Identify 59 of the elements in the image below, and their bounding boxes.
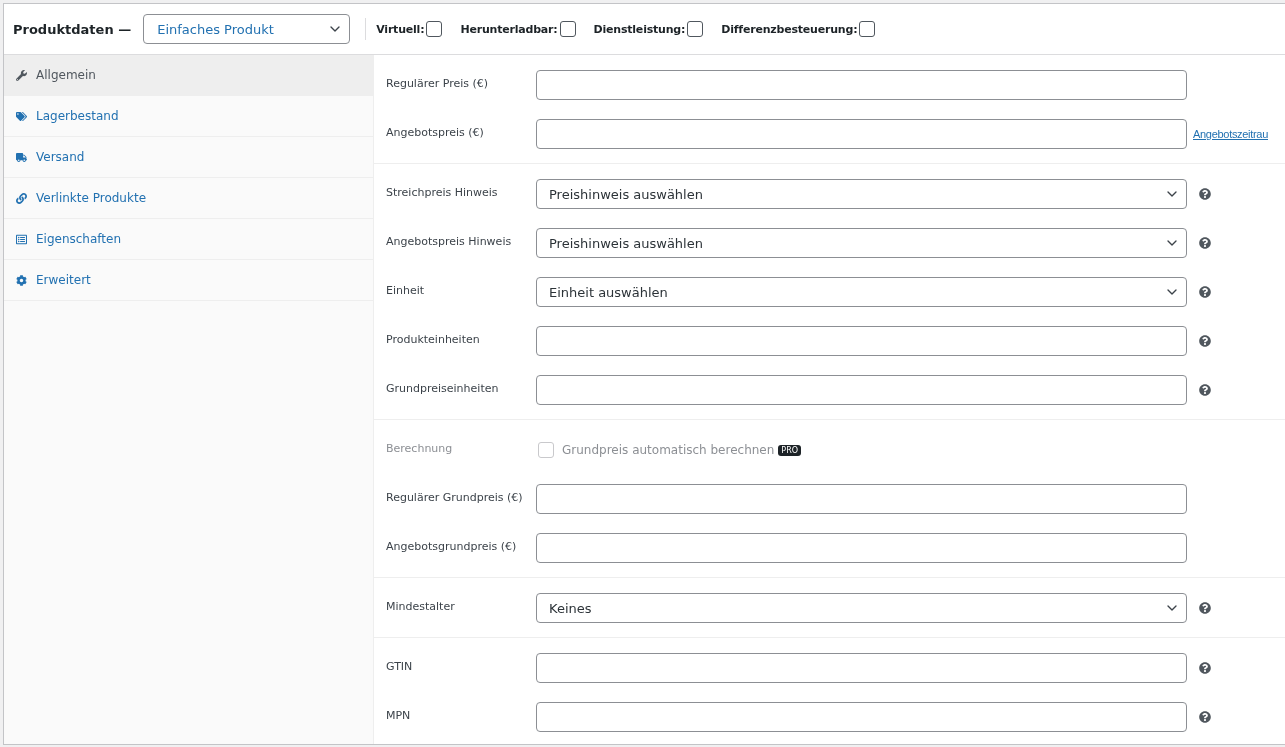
- input-field[interactable]: [536, 119, 1187, 149]
- tab-label: Versand: [36, 150, 85, 164]
- wrench-icon: [16, 69, 27, 81]
- option-label: Dienstleistung:: [593, 22, 686, 36]
- select-field[interactable]: Preishinweis auswählen: [536, 228, 1187, 258]
- field-label: Angebotsgrundpreis (€): [386, 539, 518, 553]
- tag-icon: [16, 110, 27, 122]
- field-label: Grundpreiseinheiten: [386, 381, 500, 395]
- tab-label: Eigenschaften: [36, 232, 122, 246]
- input-field[interactable]: [536, 653, 1187, 683]
- help-icon[interactable]: [1199, 286, 1211, 298]
- help-icon[interactable]: [1199, 237, 1211, 249]
- select-field[interactable]: Einheit auswählen: [536, 277, 1187, 307]
- input-field[interactable]: [536, 375, 1187, 405]
- field-label: Berechnung: [386, 441, 454, 455]
- field-label: Streichpreis Hinweis: [386, 185, 499, 199]
- input-field[interactable]: [536, 326, 1187, 356]
- help-icon[interactable]: [1199, 335, 1211, 347]
- select-field[interactable]: Keines: [536, 593, 1187, 623]
- input-field[interactable]: [536, 70, 1187, 100]
- input-field[interactable]: [536, 533, 1187, 563]
- help-icon[interactable]: [1199, 188, 1211, 200]
- field-label: Regulärer Preis (€): [386, 76, 490, 90]
- input-field[interactable]: [536, 702, 1187, 732]
- checkbox[interactable]: [426, 21, 443, 37]
- checkbox[interactable]: [559, 21, 576, 37]
- tab-label: Allgemein: [36, 68, 96, 82]
- tab-label: Verlinkte Produkte: [36, 191, 146, 205]
- field-label: MPN: [386, 708, 412, 722]
- checkbox[interactable]: [687, 21, 704, 37]
- select-field[interactable]: Preishinweis auswählen: [536, 179, 1187, 209]
- field-label: Produkteinheiten: [386, 332, 481, 346]
- link-icon: [16, 192, 27, 204]
- option-label: Virtuell:: [376, 22, 425, 36]
- sidebar-tab[interactable]: Allgemein: [4, 55, 373, 96]
- field-label: Regulärer Grundpreis (€): [386, 490, 524, 504]
- help-icon[interactable]: [1199, 602, 1211, 614]
- panel-title: Produktdaten —: [13, 21, 132, 37]
- tab-label: Lagerbestand: [36, 109, 119, 123]
- table-icon: [16, 233, 27, 245]
- input-field[interactable]: [536, 484, 1187, 514]
- field-label: Mindestalter: [386, 599, 456, 613]
- option-label: Herunterladbar:: [460, 22, 558, 36]
- help-icon[interactable]: [1199, 662, 1211, 674]
- tab-label: Erweitert: [36, 273, 91, 287]
- option-label: Differenzbesteuerung:: [721, 22, 858, 36]
- gear-icon: [16, 274, 27, 286]
- help-icon[interactable]: [1199, 384, 1211, 396]
- checkbox-label: Grundpreis automatisch berechnen: [562, 443, 775, 457]
- field-label: Angebotspreis Hinweis: [386, 234, 513, 248]
- help-icon[interactable]: [1199, 711, 1211, 723]
- truck-icon: [16, 151, 27, 163]
- link[interactable]: Angebotszeitrau: [1193, 128, 1268, 140]
- field-label: Einheit: [386, 283, 426, 297]
- pro-badge: PRO: [778, 444, 802, 456]
- checkbox[interactable]: [859, 21, 876, 37]
- field-label: GTIN: [386, 659, 414, 673]
- product-type-select[interactable]: Einfaches Produkt: [143, 14, 351, 44]
- field-label: Angebotspreis (€): [386, 125, 485, 139]
